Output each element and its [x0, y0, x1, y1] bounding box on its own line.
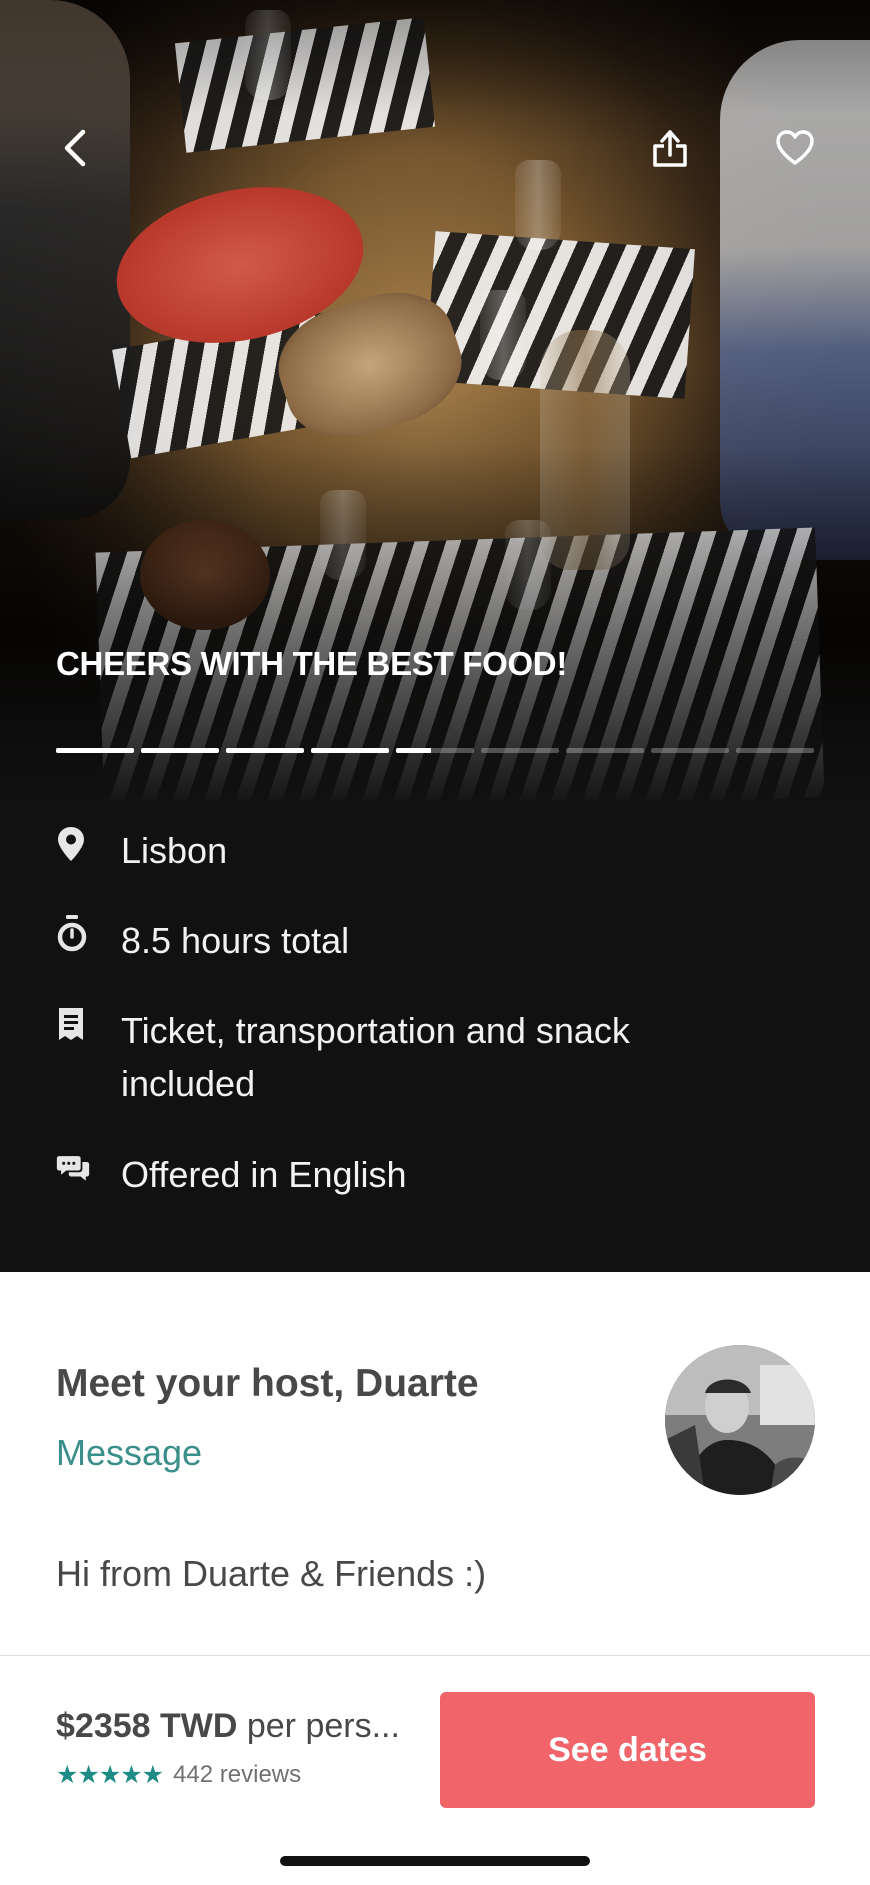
chat-bubbles-icon [56, 1156, 90, 1181]
back-button[interactable] [55, 128, 95, 168]
message-host-link[interactable]: Message [56, 1432, 202, 1474]
share-button[interactable] [650, 128, 690, 168]
photo-progress-segment [566, 748, 644, 753]
photo-progress-segment [226, 748, 304, 753]
detail-text: Ticket, transportation and snack include… [121, 1010, 630, 1104]
star-rating-icons: ★★★★★ [56, 1761, 164, 1789]
photo-progress-fill [141, 748, 219, 753]
photo-progress-segment [481, 748, 559, 753]
hero-photo[interactable]: CHEERS WITH THE BEST FOOD! [0, 0, 870, 810]
photo-progress-fill [311, 748, 389, 753]
review-count: 442 reviews [173, 1761, 302, 1788]
rating-summary[interactable]: ★★★★★ 442 reviews [56, 1760, 301, 1790]
hero-gradient-overlay [0, 0, 870, 810]
photo-progress-segment [56, 748, 134, 753]
host-heading: Meet your host, Duarte [56, 1362, 479, 1405]
photo-progress-segment [396, 748, 474, 753]
receipt-icon [59, 1008, 83, 1040]
heart-icon [776, 130, 814, 165]
price-unit: per pers... [246, 1707, 400, 1745]
photo-progress-fill [396, 748, 432, 753]
photo-progress-segment [651, 748, 729, 753]
detail-text: Lisbon [121, 830, 228, 871]
detail-location: Lisbon [56, 824, 761, 877]
photo-progress-bar [56, 748, 814, 753]
experience-details: Lisbon 8.5 hours total Ticket, transport… [0, 800, 870, 1272]
timer-icon [57, 915, 87, 952]
photo-progress-segment [736, 748, 814, 753]
host-bio: Hi from Duarte & Friends :) [56, 1553, 487, 1594]
location-pin-icon [58, 827, 84, 861]
chevron-left-icon [64, 129, 86, 167]
photo-caption: CHEERS WITH THE BEST FOOD! [56, 645, 568, 682]
host-photo [665, 1345, 815, 1495]
see-dates-button[interactable]: See dates [440, 1692, 815, 1808]
price-amount: $2358 TWD [56, 1707, 238, 1745]
photo-progress-fill [56, 748, 134, 753]
price: $2358 TWD per pers... [56, 1707, 400, 1746]
booking-footer: $2358 TWD per pers... ★★★★★ 442 reviews … [0, 1655, 870, 1885]
detail-includes: Ticket, transportation and snack include… [56, 1004, 761, 1110]
home-indicator[interactable] [280, 1856, 590, 1866]
photo-progress-segment [141, 748, 219, 753]
detail-text: 8.5 hours total [121, 920, 350, 961]
save-button[interactable] [775, 128, 815, 168]
detail-language: Offered in English [56, 1148, 761, 1201]
detail-text: Offered in English [121, 1154, 407, 1195]
photo-progress-segment [311, 748, 389, 753]
host-avatar[interactable] [665, 1345, 815, 1495]
share-icon [653, 130, 687, 167]
detail-duration: 8.5 hours total [56, 914, 761, 967]
photo-progress-fill [226, 748, 304, 753]
